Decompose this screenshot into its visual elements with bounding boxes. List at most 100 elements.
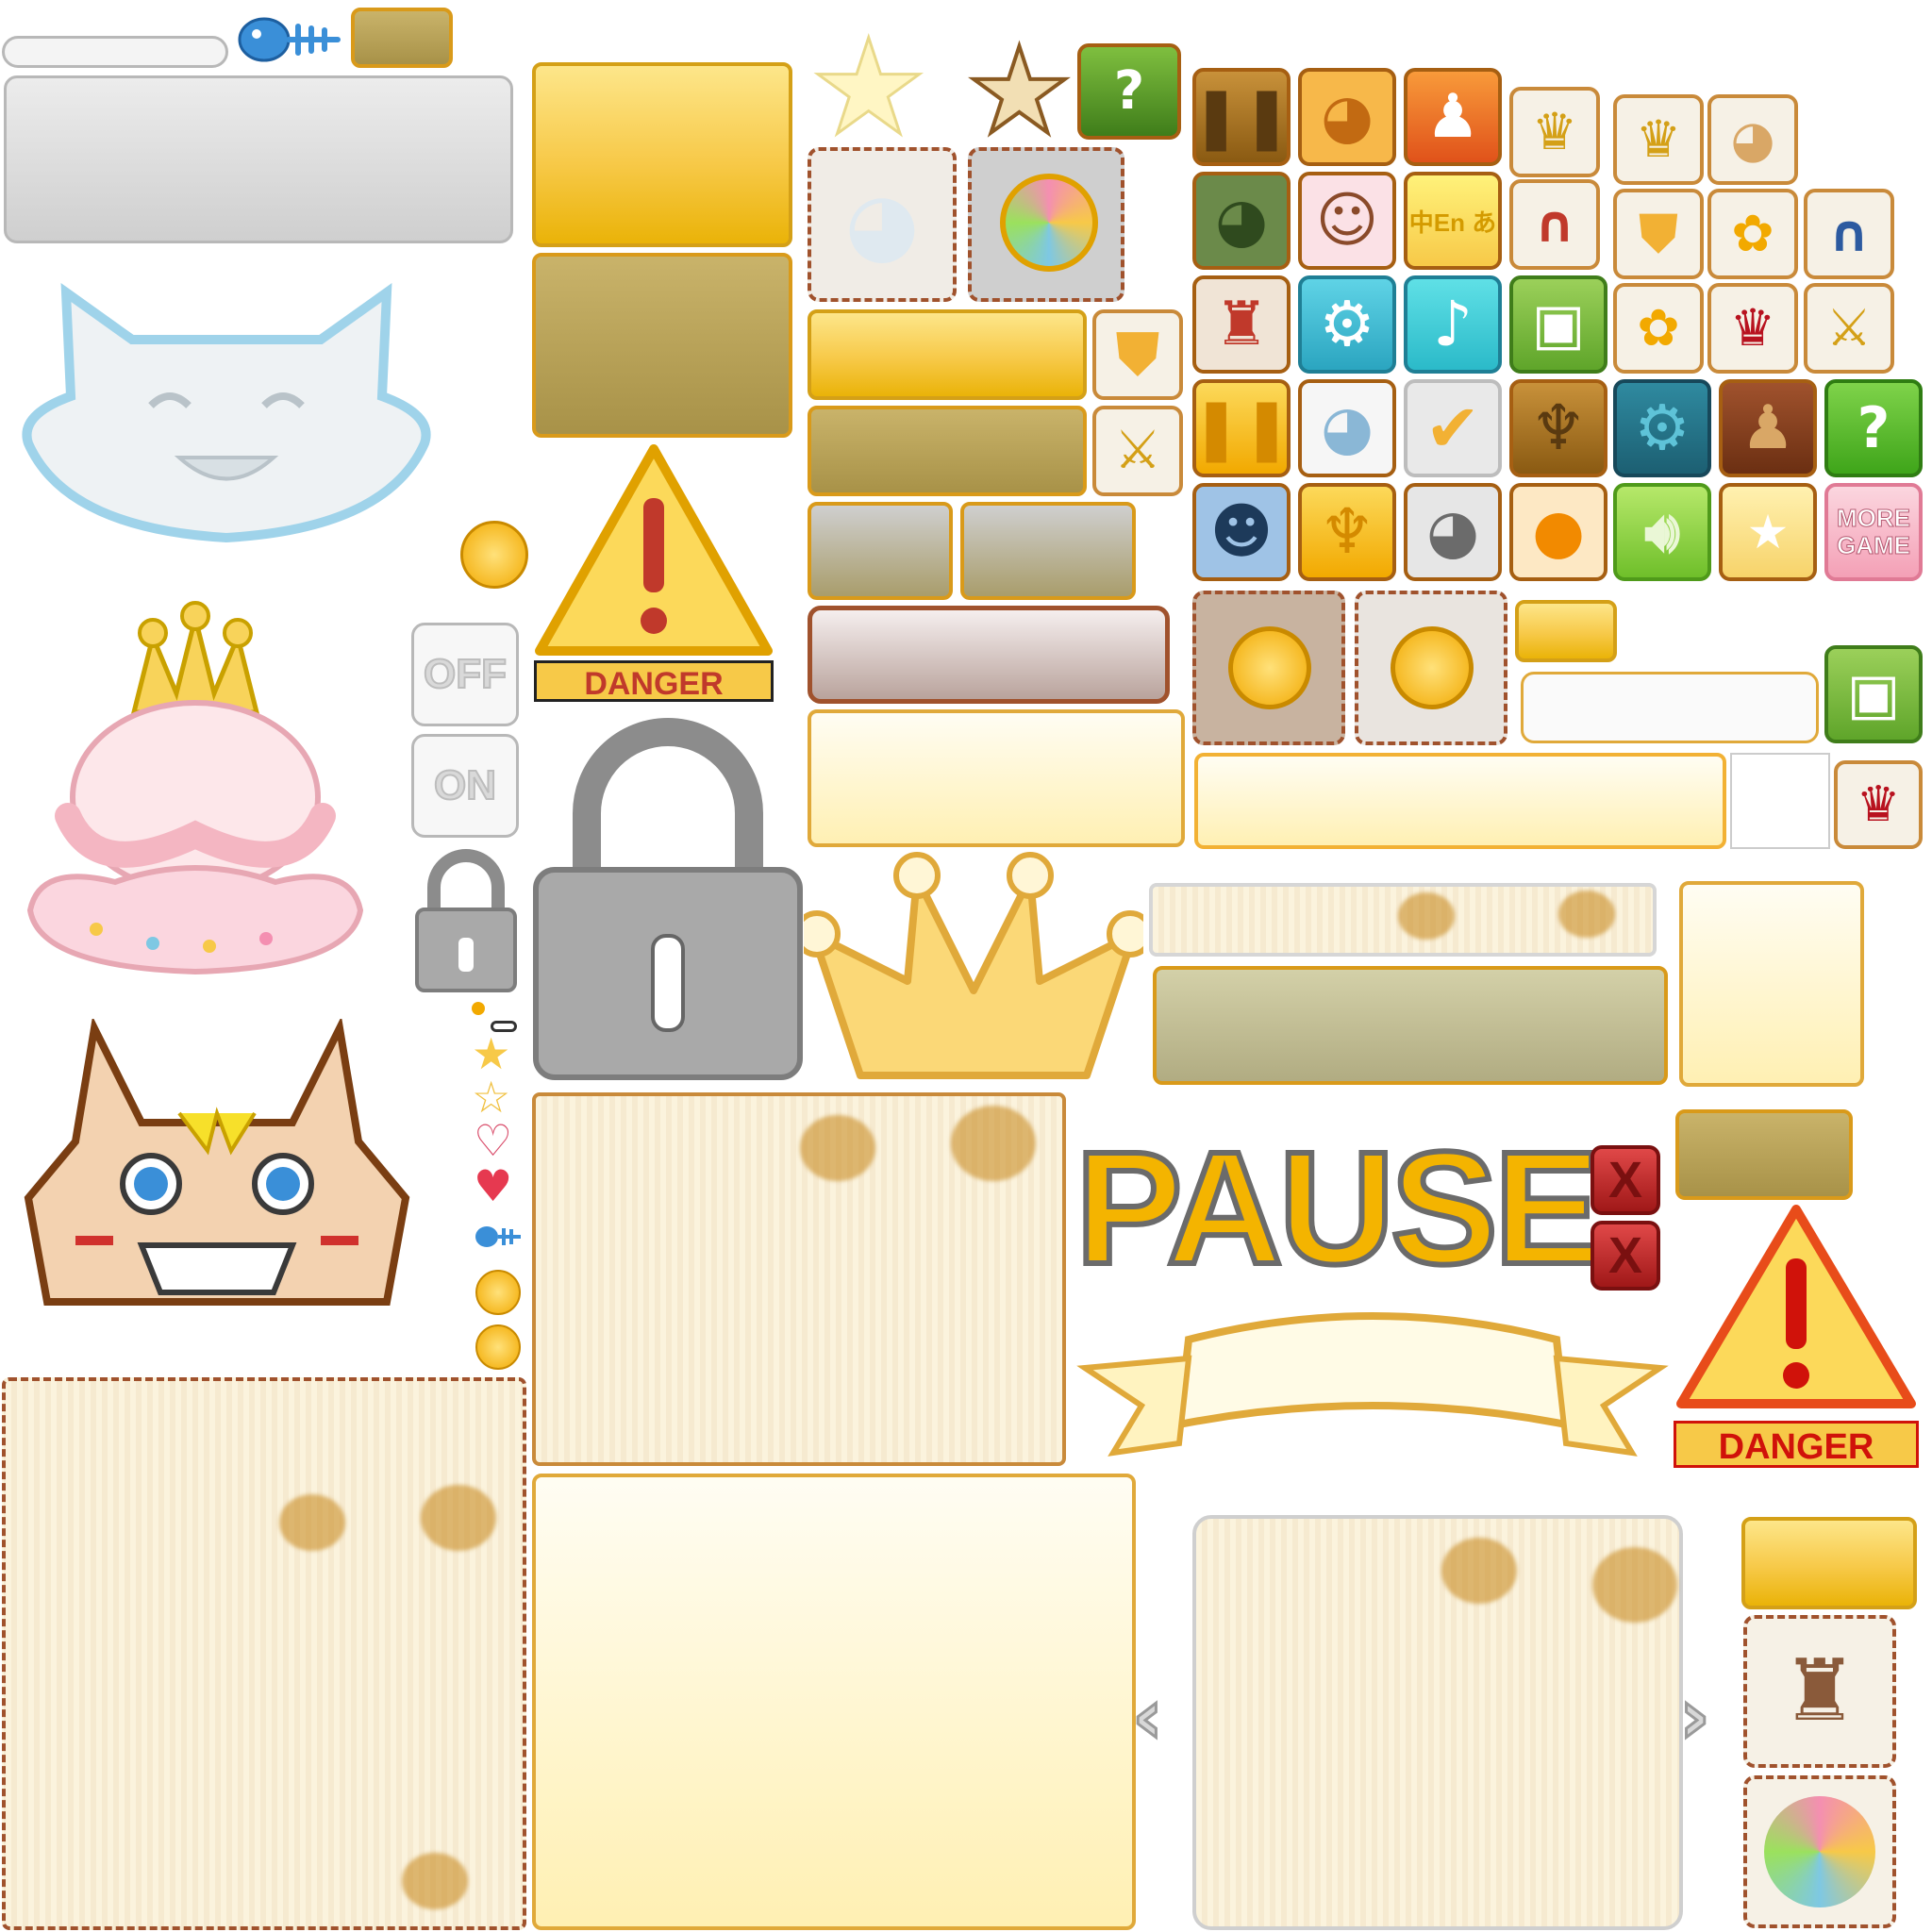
magnet-icon-tile-1[interactable]: ∩ — [1509, 179, 1600, 270]
girl-avatar-tile[interactable]: ☺ — [1298, 172, 1396, 270]
pause-title: PAUSE — [1073, 1119, 1604, 1298]
cat-avatar-icon: ◕ — [1730, 109, 1775, 169]
progress-bar-thin — [2, 36, 228, 68]
trophy-icon-tile-brown[interactable]: ♆ — [1509, 379, 1607, 477]
toggle-off-label: OFF — [423, 650, 508, 698]
more-games-tile[interactable]: MORE GAME — [1824, 483, 1923, 581]
lollipop-frame[interactable] — [1743, 1775, 1896, 1928]
crown-icon: ♛ — [1856, 776, 1901, 833]
heart-icon-empty[interactable]: ♡ — [474, 1119, 512, 1162]
pause-icon-tile-brown[interactable]: ❚❚ — [1192, 68, 1291, 166]
star-icon-outline[interactable]: ☆ — [472, 1075, 510, 1119]
more-games-label: MORE GAME — [1837, 504, 1911, 559]
grey-cat-avatar-tile[interactable]: ◕ — [1404, 483, 1502, 581]
profile-help-icon: ? — [1113, 60, 1145, 122]
crest-icon-tile-1[interactable]: ♛ — [1509, 87, 1600, 177]
toggle-on-button[interactable]: ON — [411, 734, 519, 838]
close-button-2[interactable]: X — [1591, 1221, 1660, 1291]
cat-paw-frame[interactable] — [1355, 591, 1507, 745]
swords-tile[interactable]: ⚔ — [1092, 406, 1183, 496]
arrow-right-icon[interactable]: › — [1678, 1677, 1712, 1756]
paw-print-decor — [951, 1106, 1036, 1181]
totem-icon: ♜ — [1781, 1641, 1858, 1740]
ghost-cat-face — [9, 255, 443, 547]
speaker-icon: 🔊︎ — [1644, 499, 1680, 565]
music-note-icon: ♪ — [1432, 288, 1474, 360]
arrow-left-icon[interactable]: ‹ — [1131, 1677, 1165, 1756]
paw-print-decor — [1592, 1547, 1677, 1623]
crossed-swords-icon: ⚔ — [1113, 420, 1162, 481]
checkmark-icon-tile[interactable]: ✔ — [1404, 379, 1502, 477]
gear-icon-tile-teal[interactable]: ⚙ — [1298, 275, 1396, 374]
lollipop-paw-frame[interactable] — [968, 147, 1124, 302]
paw-coin-icon[interactable] — [460, 521, 528, 589]
totem-robot-frame[interactable]: ♜ — [1743, 1615, 1896, 1768]
profile-icon-tile-orange[interactable]: ♟ — [1404, 68, 1502, 166]
crest-icon: ♛ — [1531, 102, 1578, 161]
paw-print-decor — [279, 1494, 345, 1551]
trophy-icon-tile-gold[interactable]: ♆ — [1298, 483, 1396, 581]
cat-avatar-tile-green[interactable]: ◕ — [1192, 172, 1291, 270]
robot-avatar-tile[interactable]: ♜ — [1192, 275, 1291, 374]
toggle-off-button[interactable]: OFF — [411, 623, 519, 726]
chest-icon-tile-1[interactable]: ▣ — [1509, 275, 1607, 374]
cat-face-frame[interactable]: ◕ — [808, 147, 957, 302]
swords-tile-2[interactable]: ⚔ — [1804, 283, 1894, 374]
profile-help-icon-tile-2[interactable]: ? — [1824, 379, 1923, 477]
paw-print-decor — [1441, 1538, 1517, 1604]
shield-paw-tile-2[interactable]: ⛊ — [1613, 189, 1704, 279]
cat-avatar-icon: ◕ — [1426, 497, 1479, 567]
gold-chip-bottom — [1741, 1517, 1917, 1609]
cat-avatar-tile-2[interactable]: ◕ — [1707, 94, 1798, 185]
speaker-icon-tile[interactable]: 🔊︎ — [1613, 483, 1711, 581]
pause-icon-tile-gold[interactable]: ❚❚ — [1192, 379, 1291, 477]
chest-icon: ▣ — [1846, 661, 1901, 727]
heart-icon-full[interactable]: ♥ — [474, 1164, 512, 1208]
shield-paw-tile[interactable]: ⛊ — [1092, 309, 1183, 400]
crown-icon-tile-1[interactable]: ♛ — [1707, 283, 1798, 374]
music-icon-tile[interactable]: ♪ — [1404, 275, 1502, 374]
magnet-icon: ∩ — [1828, 204, 1870, 263]
white-square-slot — [1730, 753, 1830, 849]
grey-panel-wide — [4, 75, 513, 243]
checkmark-icon: ✔ — [1424, 390, 1481, 467]
profile-help-icon-tile[interactable]: ? — [1077, 43, 1181, 140]
close-icon: X — [1607, 1227, 1643, 1284]
ninja-avatar-tile[interactable]: ☻ — [1192, 483, 1291, 581]
olive-chip-right — [1675, 1109, 1853, 1200]
paw-badge-icon: ✿ — [1637, 298, 1680, 358]
shield-icon: ⛊ — [1116, 322, 1159, 388]
paw-coin-icon — [1228, 626, 1311, 709]
stars-rating-tile[interactable]: ★ — [1719, 483, 1817, 581]
cream-bar-wide — [808, 709, 1185, 847]
grey-slot-2 — [960, 502, 1136, 600]
profile-icon-tile-brown[interactable]: ♟ — [1719, 379, 1817, 477]
paw-print-decor — [1558, 891, 1615, 938]
fishbone-icon-small — [474, 1217, 523, 1257]
chest-icon-tile-2[interactable]: ▣ — [1824, 645, 1923, 743]
gold-bar-1 — [808, 309, 1087, 400]
magnet-icon-tile-2[interactable]: ∩ — [1804, 189, 1894, 279]
pumpkin-avatar-tile[interactable]: ● — [1509, 483, 1607, 581]
trophy-icon: ♆ — [1530, 391, 1587, 464]
olive-panel-tiny — [351, 8, 453, 68]
tiki-cat-mask — [19, 1016, 415, 1349]
crown-icon: ♛ — [1729, 298, 1776, 358]
crest-icon-tile-2[interactable]: ♛ — [1613, 94, 1704, 185]
paper-strip — [1149, 883, 1657, 957]
gear-icon-tile-dark[interactable]: ⚙ — [1613, 379, 1711, 477]
paw-badge-tile-1[interactable]: ✿ — [1707, 189, 1798, 279]
crown-icon-tile-2[interactable]: ♛ — [1834, 760, 1923, 849]
cat-sketch-tile[interactable]: ◕ — [1298, 379, 1396, 477]
paw-badge-tile-2[interactable]: ✿ — [1613, 283, 1704, 374]
star-icon-filled[interactable]: ★ — [472, 1032, 510, 1075]
profile-icon: ♟ — [1740, 393, 1795, 463]
close-button-1[interactable]: X — [1591, 1145, 1660, 1215]
shield-icon: ⛊ — [1639, 204, 1678, 263]
language-icon-tile[interactable]: 中En あ — [1404, 172, 1502, 270]
robot-paw-frame[interactable] — [1192, 591, 1345, 745]
trophy-icon: ♆ — [1319, 495, 1375, 568]
gold-chip-small — [1515, 600, 1617, 662]
cat-avatar-tile-1[interactable]: ◕ — [1298, 68, 1396, 166]
olive-bar-wide — [1153, 966, 1668, 1085]
